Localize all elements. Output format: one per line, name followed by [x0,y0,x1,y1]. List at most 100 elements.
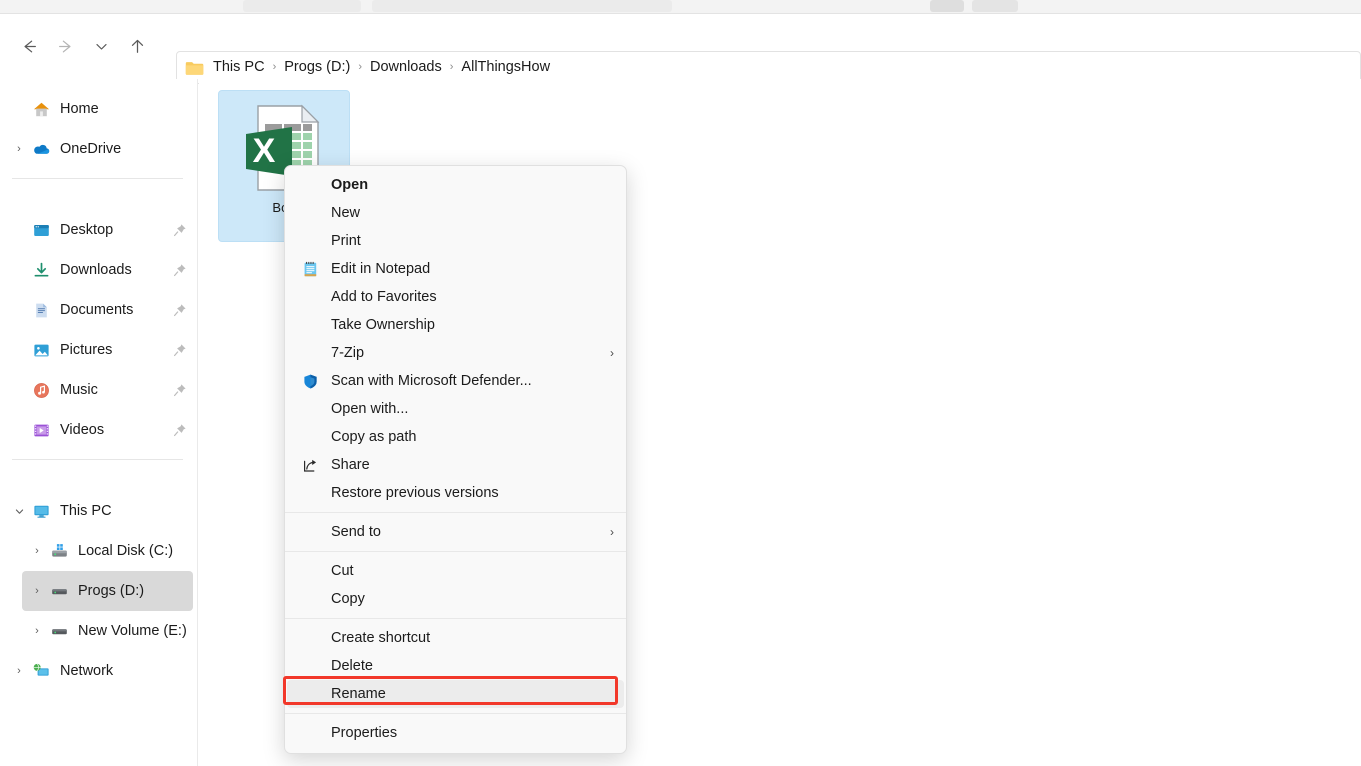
drive-windows-icon [48,540,70,562]
sidebar-item-label: OneDrive [60,141,121,157]
sidebar-divider [12,459,183,460]
pin-icon[interactable] [173,383,187,397]
sidebar-item-documents[interactable]: Documents [4,290,193,330]
toolbar-ghost-item [243,0,361,12]
breadcrumb-separator: › [355,62,365,73]
menu-item-label: Create shortcut [331,630,430,646]
home-icon [30,98,52,120]
recent-locations-button[interactable] [83,29,119,65]
share-icon [295,457,325,474]
menu-item-label: New [331,205,360,221]
chevron-down-icon[interactable] [8,506,30,517]
toolbar-ghost-item [930,0,964,12]
menu-item-label: Add to Favorites [331,289,437,305]
breadcrumb-separator: › [270,62,280,73]
menu-item-delete[interactable]: Delete [287,652,624,680]
pin-icon[interactable] [173,263,187,277]
menu-item-add-to-favorites[interactable]: Add to Favorites [287,283,624,311]
sidebar-item-pictures[interactable]: Pictures [4,330,193,370]
sidebar-item-label: This PC [60,503,112,519]
menu-item-print[interactable]: Print [287,227,624,255]
menu-item-label: Edit in Notepad [331,261,430,277]
menu-item-label: Share [331,457,370,473]
menu-item-copy-as-path[interactable]: Copy as path [287,423,624,451]
menu-item-copy[interactable]: Copy [287,585,624,613]
sidebar-item-label: Network [60,663,113,679]
menu-item-rename[interactable]: Rename [287,680,624,708]
menu-item-label: 7-Zip [331,345,364,361]
sidebar-item-label: Documents [60,302,133,318]
breadcrumb-item-1[interactable]: Progs (D:) [279,57,355,78]
sidebar-item-this-pc[interactable]: This PC [4,491,193,531]
pin-icon[interactable] [173,423,187,437]
sidebar-item-home[interactable]: Home [4,89,193,129]
submenu-arrow-icon: › [610,347,614,359]
menu-item-open[interactable]: Open [287,171,624,199]
chevron-right-icon[interactable]: › [26,585,48,597]
pin-icon[interactable] [173,223,187,237]
drive-icon [48,620,70,642]
menu-item-7-zip[interactable]: 7-Zip › [287,339,624,367]
breadcrumb-item-0[interactable]: This PC [208,57,270,78]
menu-item-properties[interactable]: Properties [287,719,624,747]
sidebar-item-downloads[interactable]: Downloads [4,250,193,290]
drive-icon [48,580,70,602]
pin-icon[interactable] [173,303,187,317]
sidebar-item-label: Pictures [60,342,112,358]
menu-item-new[interactable]: New [287,199,624,227]
music-icon [30,379,52,401]
sidebar-item-label: Music [60,382,98,398]
sidebar-item-local-disk-c[interactable]: › Local Disk (C:) [22,531,193,571]
file-explorer-window: This PC › Progs (D:) › Downloads › AllTh… [0,0,1361,766]
sidebar-divider [12,178,183,179]
menu-separator [285,551,626,552]
menu-item-scan-with-defender[interactable]: Scan with Microsoft Defender... [287,367,624,395]
downloads-icon [30,259,52,281]
menu-item-share[interactable]: Share [287,451,624,479]
folder-icon [185,60,204,76]
menu-item-cut[interactable]: Cut [287,557,624,585]
chevron-down-icon [93,38,110,55]
arrow-up-icon [128,37,147,56]
chevron-right-icon[interactable]: › [8,143,30,155]
sidebar-item-progs-d[interactable]: › Progs (D:) [22,571,193,611]
chevron-right-icon[interactable]: › [8,665,30,677]
menu-item-open-with[interactable]: Open with... [287,395,624,423]
sidebar-item-onedrive[interactable]: › OneDrive [4,129,193,169]
sidebar-spacer [0,469,197,491]
menu-item-take-ownership[interactable]: Take Ownership [287,311,624,339]
breadcrumb-item-3[interactable]: AllThingsHow [456,57,555,78]
menu-item-create-shortcut[interactable]: Create shortcut [287,624,624,652]
menu-item-label: Delete [331,658,373,674]
arrow-left-icon [20,37,39,56]
thispc-icon [30,500,52,522]
sidebar-item-desktop[interactable]: Desktop [4,210,193,250]
menu-item-label: Print [331,233,361,249]
menu-item-edit-in-notepad[interactable]: Edit in Notepad [287,255,624,283]
toolbar-ghost-item [372,0,672,12]
documents-icon [30,299,52,321]
context-menu: Open New Print [284,165,627,754]
back-button[interactable] [11,29,47,65]
menu-item-label: Send to [331,524,381,540]
navigation-bar: This PC › Progs (D:) › Downloads › AllTh… [0,15,1361,78]
sidebar-item-music[interactable]: Music [4,370,193,410]
forward-button[interactable] [47,29,83,65]
menu-item-restore-previous-versions[interactable]: Restore previous versions [287,479,624,507]
menu-item-label: Take Ownership [331,317,435,333]
menu-separator [285,512,626,513]
breadcrumb-item-2[interactable]: Downloads [365,57,447,78]
chevron-right-icon[interactable]: › [26,625,48,637]
menu-item-label: Rename [331,686,386,702]
up-button[interactable] [119,29,155,65]
chevron-right-icon[interactable]: › [26,545,48,557]
sidebar-item-videos[interactable]: Videos [4,410,193,450]
sidebar-item-network[interactable]: › Network [4,651,193,691]
menu-item-send-to[interactable]: Send to › [287,518,624,546]
sidebar-item-new-volume-e[interactable]: › New Volume (E:) [22,611,193,651]
sidebar-item-label: New Volume (E:) [78,623,187,639]
videos-icon [30,419,52,441]
pin-icon[interactable] [173,343,187,357]
menu-item-label: Restore previous versions [331,485,499,501]
sidebar-item-label: Videos [60,422,104,438]
